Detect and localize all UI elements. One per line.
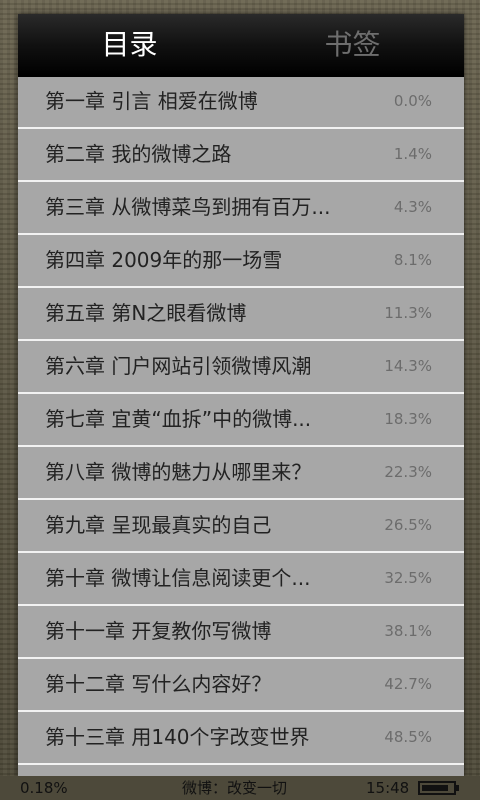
chapter-row[interactable]: 第十一章 开复教你写微博 38.1% <box>18 606 464 659</box>
chapter-row[interactable]: 第十三章 用140个字改变世界 48.5% <box>18 712 464 765</box>
chapter-percent: 42.7% <box>384 675 432 693</box>
chapter-row[interactable]: 第七章 宜黄“血拆”中的微博... 18.3% <box>18 394 464 447</box>
chapter-row[interactable]: 第十二章 写什么内容好？ 42.7% <box>18 659 464 712</box>
battery-tip <box>456 785 459 791</box>
chapter-row[interactable]: 第八章 微博的魅力从哪里来？ 22.3% <box>18 447 464 500</box>
chapter-title: 第十章 微博让信息阅读更个... <box>45 566 311 590</box>
chapter-title: 第十一章 开复教你写微博 <box>45 619 272 643</box>
chapter-title: 第九章 呈现最真实的自己 <box>45 513 272 537</box>
chapter-list: 第一章 引言 相爱在微博 0.0% 第二章 我的微博之路 1.4% 第三章 从微博菜鸟到… <box>18 76 464 765</box>
chapter-percent: 0.0% <box>393 92 432 110</box>
chapter-percent: 32.5% <box>384 569 432 587</box>
tab-contents[interactable]: 目录 <box>18 14 241 76</box>
chapter-row[interactable]: 第二章 我的微博之路 1.4% <box>18 129 464 182</box>
chapter-row[interactable]: 第一章 引言 相爱在微博 0.0% <box>18 76 464 129</box>
toc-panel: 目录 书签 第一章 引言 相爱在微博 0.0% 第二章 我的微博之路 1.4% 第三章 … <box>18 14 464 776</box>
chapter-percent: 8.1% <box>393 251 432 269</box>
tab-bar: 目录 书签 <box>18 14 464 77</box>
chapter-row[interactable]: 第九章 呈现最真实的自己 26.5% <box>18 500 464 553</box>
chapter-title: 第二章 我的微博之路 <box>45 142 232 166</box>
chapter-percent: 22.3% <box>384 463 432 481</box>
chapter-title: 第七章 宜黄“血拆”中的微博... <box>45 407 312 431</box>
book-title: 微博：改变一切 <box>182 779 288 797</box>
reading-progress: 0.18% <box>20 779 68 797</box>
chapter-percent: 4.3% <box>393 198 432 216</box>
chapter-row[interactable]: 第六章 门户网站引领微博风潮 14.3% <box>18 341 464 394</box>
chapter-percent: 11.3% <box>384 304 432 322</box>
battery-icon <box>418 781 456 795</box>
clock: 15:48 <box>366 779 410 797</box>
chapter-row[interactable]: 第三章 从微博菜鸟到拥有百万... 4.3% <box>18 182 464 235</box>
chapter-row[interactable]: 第四章 2009年的那一场雪 8.1% <box>18 235 464 288</box>
chapter-title: 第十二章 写什么内容好？ <box>45 672 272 696</box>
chapter-row[interactable]: 第十章 微博让信息阅读更个... 32.5% <box>18 553 464 606</box>
chapter-title: 第四章 2009年的那一场雪 <box>45 248 283 272</box>
chapter-title: 第十三章 用140个字改变世界 <box>45 725 310 749</box>
status-bar: 0.18% 微博：改变一切 15:48 <box>0 776 480 800</box>
chapter-title: 第六章 门户网站引领微博风潮 <box>45 354 312 378</box>
battery-level <box>422 785 448 791</box>
chapter-row[interactable]: 第五章 第N之眼看微博 11.3% <box>18 288 464 341</box>
chapter-percent: 14.3% <box>384 357 432 375</box>
chapter-percent: 26.5% <box>384 516 432 534</box>
chapter-title: 第八章 微博的魅力从哪里来？ <box>45 460 312 484</box>
chapter-percent: 48.5% <box>384 728 432 746</box>
chapter-title: 第三章 从微博菜鸟到拥有百万... <box>45 195 331 219</box>
chapter-percent: 1.4% <box>393 145 432 163</box>
chapter-percent: 38.1% <box>384 622 432 640</box>
chapter-title: 第一章 引言 相爱在微博 <box>45 89 258 113</box>
chapter-percent: 18.3% <box>384 410 432 428</box>
tab-bookmarks[interactable]: 书签 <box>241 14 464 76</box>
chapter-title: 第五章 第N之眼看微博 <box>45 301 247 325</box>
